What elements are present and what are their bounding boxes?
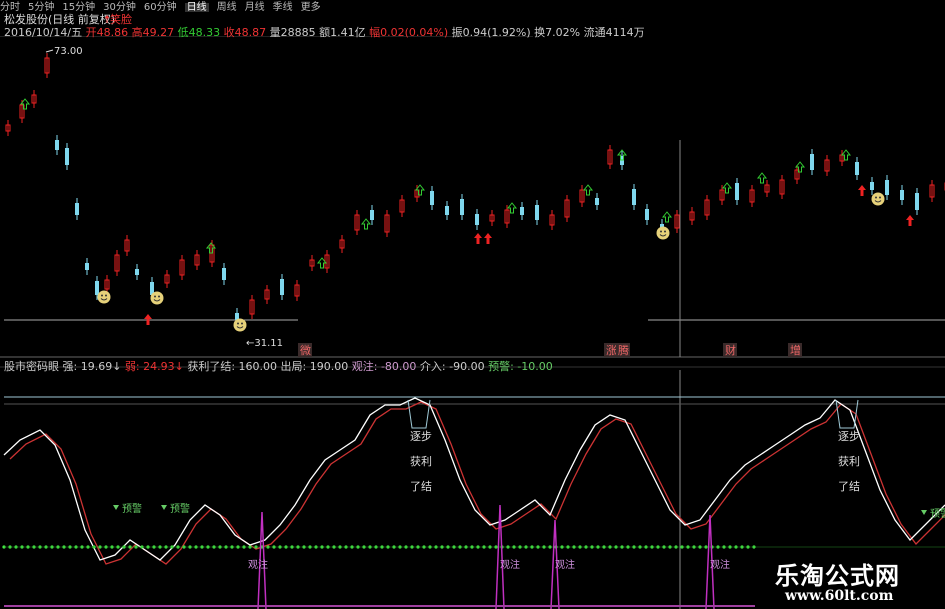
smile-eye: [154, 295, 156, 298]
kline-chart[interactable]: 73.00←31.11微涨腾财增 预警预警预警观注观注观注观注逐步获利了结逐步获…: [0, 0, 945, 609]
red-arrow-icon: [906, 215, 914, 226]
indicator-bar: 股市密码眼 强: 19.69↓ 弱: 24.93↓ 获利了结: 160.00 出…: [4, 358, 553, 374]
profit-step-label: 了结: [838, 480, 860, 493]
candle-down: [520, 207, 524, 215]
warn-arrow-icon: [921, 510, 927, 515]
indicator-watch: 观注: -80.00: [351, 360, 417, 373]
green-arrow-icon: [582, 184, 594, 196]
candle-down: [855, 162, 859, 175]
bottom-word-4: 增: [790, 343, 801, 357]
profit-step-label: 逐步: [838, 430, 860, 443]
candle-down: [535, 205, 539, 220]
candle-down: [475, 214, 479, 225]
indicator-name: 股市密码眼: [4, 360, 59, 373]
warn-label-0: 预警: [122, 502, 142, 515]
profit-step-label: 获利: [410, 455, 432, 468]
candle-down: [810, 154, 814, 170]
red-arrow-icon: [484, 233, 492, 244]
watch-label-1: 观注: [500, 558, 520, 571]
smile-icon: [656, 226, 670, 240]
smile-icon: [233, 318, 247, 332]
bottom-word-0: 微: [300, 343, 311, 357]
green-arrow-icon: [756, 172, 768, 184]
watermark-text: 乐淘公式网: [775, 561, 900, 590]
smile-icon: [871, 192, 885, 206]
watch-label-3: 观注: [710, 558, 730, 571]
smile-eye: [875, 196, 877, 199]
smile-icon: [150, 291, 164, 305]
candle-down: [430, 191, 434, 205]
candle-down: [595, 198, 599, 205]
candle-down: [95, 281, 99, 295]
indicator-warn: 预警: -10.00: [488, 360, 553, 373]
smile-eye: [105, 294, 107, 297]
indicator-strong: 强: 19.69↓: [62, 360, 122, 373]
smile-eye: [660, 230, 662, 233]
red-arrow-icon: [858, 185, 866, 196]
warn-arrow-icon: [113, 505, 119, 510]
candle-down: [65, 148, 69, 165]
candle-down: [75, 203, 79, 215]
profit-step-label: 获利: [838, 455, 860, 468]
profit-step-label: 了结: [410, 480, 432, 493]
candle-down: [445, 206, 449, 215]
warn-label-1: 预警: [170, 502, 190, 515]
warn-arrow-icon: [161, 505, 167, 510]
smile-eye: [158, 295, 160, 298]
watermark: 乐淘公式网 www.60lt.com: [755, 548, 945, 609]
signal-line-red: [9, 401, 945, 565]
watermark-url: www.60lt.com: [785, 588, 894, 604]
watch-label-2: 观注: [555, 558, 575, 571]
green-arrow-icon: [840, 149, 852, 161]
watch-label-0: 观注: [248, 558, 268, 571]
indicator-weak: 弱: 24.93↓: [124, 360, 184, 373]
candles-group: 73.00 ←31.11 微 涨腾 财 增: [0, 46, 945, 609]
bottom-word-2: 腾: [618, 343, 629, 357]
candle-down: [870, 182, 874, 190]
bottom-word-1: 涨: [606, 344, 617, 357]
indicator-exit: 出局: 190.00: [280, 360, 349, 373]
candle-down: [632, 189, 636, 205]
candle-down: [370, 210, 374, 220]
red-arrow-icon: [474, 233, 482, 244]
candle-down: [460, 199, 464, 215]
bottom-word-3: 财: [725, 343, 736, 357]
smile-eye: [241, 322, 243, 325]
profit-step-label: 逐步: [410, 430, 432, 443]
candle-down: [135, 269, 139, 275]
smile-eye: [879, 196, 881, 199]
candle-down: [85, 263, 89, 270]
candle-down: [900, 190, 904, 200]
smile-eye: [664, 230, 666, 233]
high-price-label: 73.00: [54, 46, 83, 57]
signal-line-white: [3, 397, 945, 561]
candle-down: [915, 193, 919, 210]
candle-down: [645, 209, 649, 220]
warn-label-2: 预警: [930, 507, 945, 520]
candle-down: [55, 140, 59, 150]
low-price-label: ←31.11: [246, 338, 283, 349]
smile-eye: [237, 322, 239, 325]
candle-down: [280, 279, 284, 295]
indicator-enter: 介入: -90.00: [419, 360, 485, 373]
candle-down: [222, 268, 226, 280]
green-arrow-icon: [661, 211, 673, 223]
smile-eye: [101, 294, 103, 297]
green-arrow-icon: [360, 218, 372, 230]
candle-down: [735, 183, 739, 200]
high-price-pointer: [45, 49, 54, 53]
candle-down: [885, 180, 889, 195]
smile-icon: [97, 290, 111, 304]
indicator-profit: 获利了结: 160.00: [187, 360, 278, 373]
